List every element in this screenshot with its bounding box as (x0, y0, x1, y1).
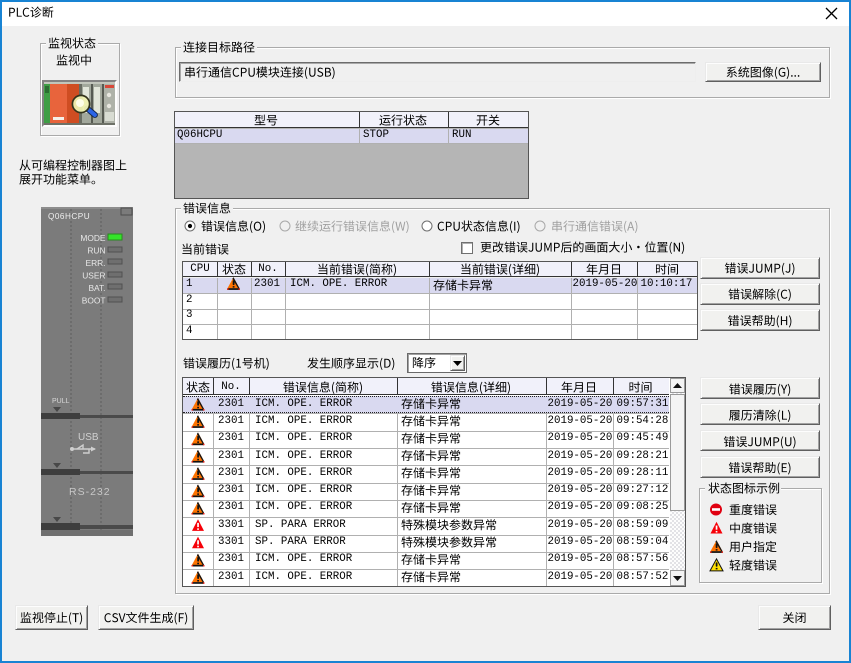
svg-text:USB: USB (78, 432, 99, 443)
svg-text:BAT.: BAT. (88, 283, 105, 293)
svg-text:Q06HCPU: Q06HCPU (48, 212, 90, 221)
svg-text:MODE: MODE (80, 233, 106, 243)
svg-text:RUN: RUN (87, 246, 105, 256)
svg-text:RS-232: RS-232 (69, 486, 111, 498)
svg-text:USER: USER (82, 271, 105, 281)
svg-text:ERR.: ERR. (85, 258, 105, 268)
svg-text:BOOT: BOOT (82, 296, 106, 306)
svg-text:PULL: PULL (52, 398, 70, 405)
